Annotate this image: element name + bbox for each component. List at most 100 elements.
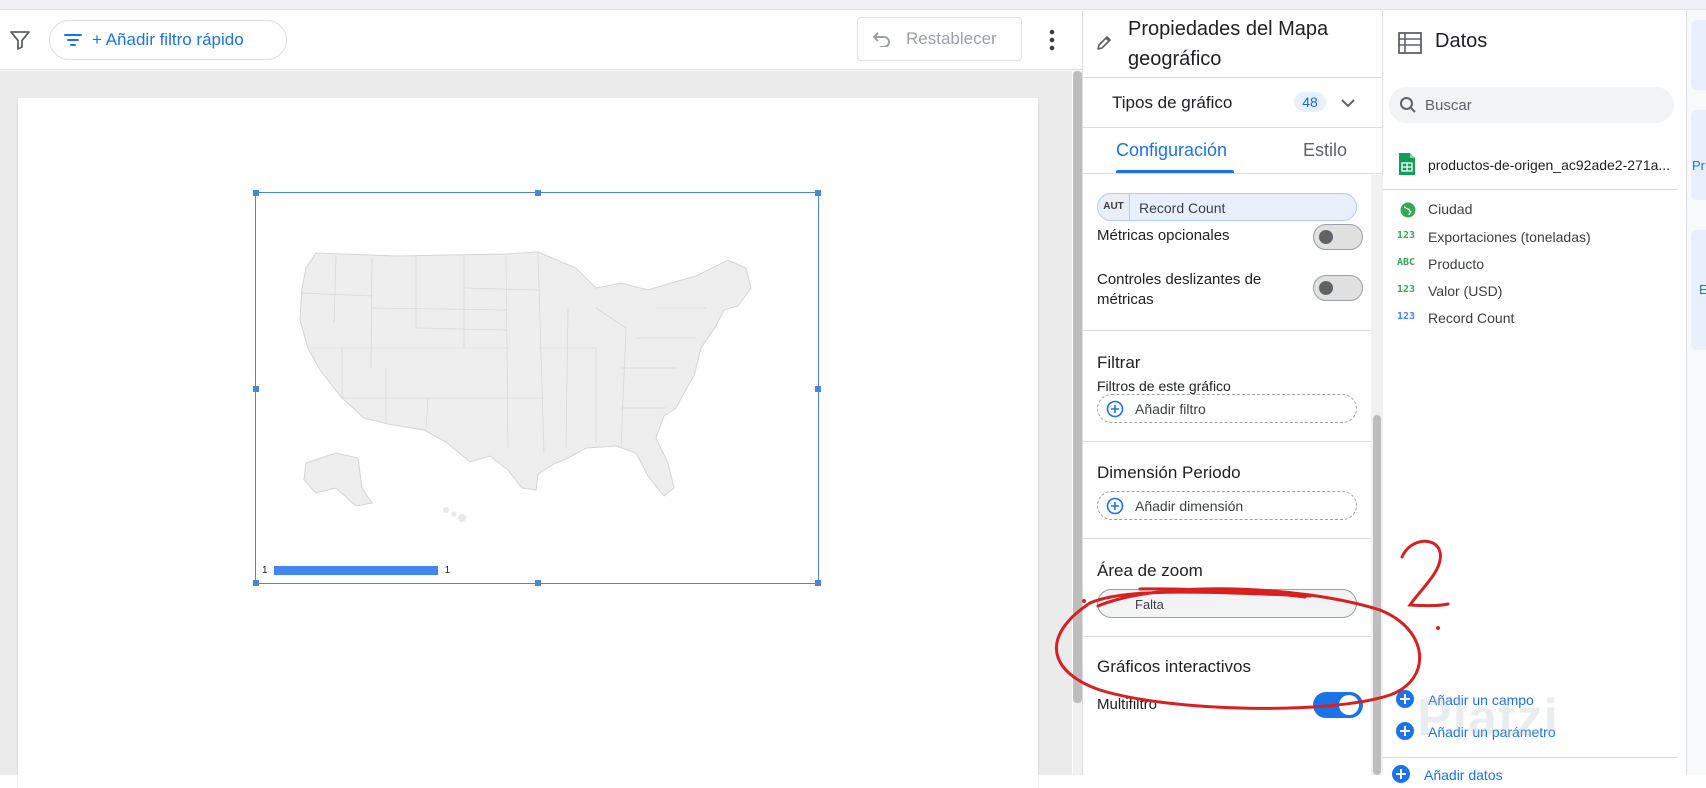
- properties-scrollbar-thumb[interactable]: [1373, 415, 1381, 775]
- field-item[interactable]: 123 Valor (USD): [1383, 278, 1678, 306]
- field-label: Exportaciones (toneladas): [1428, 229, 1591, 245]
- legend-gradient-bar: [273, 566, 438, 575]
- active-tab-indicator: [1116, 170, 1234, 173]
- google-sheets-icon: [1399, 153, 1415, 175]
- field-label: Ciudad: [1428, 201, 1473, 217]
- field-item[interactable]: Ciudad: [1383, 196, 1678, 224]
- data-source-row[interactable]: productos-de-origen_ac92ade2-271a...: [1383, 148, 1678, 190]
- field-label: Producto: [1428, 256, 1485, 272]
- reset-label: Restablecer: [906, 29, 997, 48]
- multifilter-toggle[interactable]: [1313, 692, 1363, 718]
- metric-sliders-toggle[interactable]: [1313, 275, 1363, 301]
- search-icon: [1400, 97, 1416, 113]
- chevron-down-icon[interactable]: [1339, 94, 1357, 112]
- canvas-scrollbar[interactable]: [1073, 71, 1082, 775]
- properties-scrollbar[interactable]: [1371, 175, 1383, 775]
- filter-section-subtitle: Filtros de este gráfico: [1097, 378, 1231, 394]
- resize-handle-ne[interactable]: [815, 190, 821, 196]
- add-quick-filter-button[interactable]: + Añadir filtro rápido: [49, 20, 287, 60]
- section-divider: [1083, 330, 1371, 331]
- add-quick-filter-label: + Añadir filtro rápido: [92, 30, 244, 49]
- resize-handle-sw[interactable]: [253, 580, 259, 586]
- zoom-area-missing-chip[interactable]: Falta: [1097, 589, 1357, 618]
- field-item[interactable]: ABC Producto: [1383, 251, 1678, 279]
- section-divider: [1083, 441, 1371, 442]
- canvas-scrollbar-thumb[interactable]: [1073, 71, 1082, 703]
- number-type-icon: 123: [1397, 311, 1416, 322]
- legend-min-label: 1: [262, 565, 268, 576]
- zoom-area-title: Área de zoom: [1097, 561, 1203, 580]
- metric-name: Record Count: [1139, 200, 1226, 216]
- add-circle-filled-icon: [1392, 765, 1410, 783]
- add-filter-label: Añadir filtro: [1135, 401, 1206, 417]
- alaska-shape: [303, 452, 373, 507]
- pencil-icon: [1097, 36, 1111, 50]
- chart-types-row[interactable]: Tipos de gráfico 48: [1083, 78, 1383, 128]
- filter-funnel-icon[interactable]: [8, 28, 32, 52]
- globe-icon: [1400, 202, 1416, 218]
- reset-button[interactable]: Restablecer: [857, 17, 1022, 61]
- data-source-name: productos-de-origen_ac92ade2-271a...: [1428, 157, 1671, 173]
- side-card-label: Pr: [1692, 158, 1705, 173]
- properties-header: Propiedades del Mapa geográfico: [1083, 10, 1383, 78]
- interactive-charts-title: Gráficos interactivos: [1097, 657, 1251, 676]
- metric-chip-record-count[interactable]: AUT Record Count: [1097, 193, 1357, 221]
- side-card-data[interactable]: E: [1691, 230, 1706, 350]
- add-dimension-button[interactable]: Añadir dimensión: [1097, 491, 1357, 520]
- properties-title: Propiedades del Mapa geográfico: [1128, 18, 1329, 70]
- resize-handle-s[interactable]: [535, 580, 541, 586]
- period-dimension-title: Dimensión Periodo: [1097, 463, 1241, 482]
- filter-section-title: Filtrar: [1097, 353, 1141, 372]
- tab-configuracion[interactable]: Configuración: [1116, 140, 1227, 161]
- right-side-strip: Pr E: [1686, 10, 1706, 775]
- multifilter-label: Multifiltro: [1097, 696, 1158, 713]
- optional-metrics-toggle[interactable]: [1313, 224, 1363, 250]
- data-table-icon: [1398, 32, 1422, 54]
- side-card[interactable]: [1691, 20, 1706, 90]
- resize-handle-w[interactable]: [253, 386, 259, 392]
- data-search-box[interactable]: [1389, 87, 1674, 123]
- field-label: Record Count: [1428, 310, 1515, 326]
- add-circle-icon: [1106, 497, 1124, 515]
- hawaii-shape: [443, 507, 466, 522]
- contiguous-us-shape: [299, 251, 752, 497]
- report-toolbar: + Añadir filtro rápido Restablecer: [0, 10, 1082, 70]
- resize-handle-se[interactable]: [815, 580, 821, 586]
- number-type-icon: 123: [1397, 230, 1416, 241]
- zoom-area-value: Falta: [1135, 597, 1164, 612]
- add-filter-button[interactable]: Añadir filtro: [1097, 394, 1357, 423]
- toggle-knob: [1319, 281, 1333, 295]
- legend-max-label: 1: [444, 565, 451, 576]
- platzi-watermark: Platzi: [1417, 689, 1559, 747]
- side-card-label: E: [1699, 282, 1706, 297]
- aggregation-type-badge[interactable]: AUT: [1098, 194, 1130, 220]
- add-dimension-label: Añadir dimensión: [1135, 498, 1244, 514]
- search-input[interactable]: [1425, 95, 1655, 115]
- data-header: Datos: [1383, 10, 1686, 78]
- color-legend: 1 1: [262, 565, 450, 576]
- more-options-icon[interactable]: [1042, 28, 1062, 52]
- metric-sliders-label: Controles deslizantes de métricas: [1097, 271, 1262, 308]
- properties-panel: Propiedades del Mapa geográfico Tipos de…: [1082, 10, 1383, 775]
- resize-handle-n[interactable]: [535, 190, 541, 196]
- field-item[interactable]: 123 Record Count: [1383, 305, 1678, 333]
- number-type-icon: 123: [1397, 284, 1416, 295]
- toggle-knob: [1319, 230, 1333, 244]
- us-states-map[interactable]: [276, 248, 796, 548]
- section-divider: [1083, 636, 1371, 637]
- field-item[interactable]: 123 Exportaciones (toneladas): [1383, 224, 1678, 252]
- optional-metrics-label: Métricas opcionales: [1097, 227, 1230, 244]
- add-circle-icon: [1106, 400, 1124, 418]
- side-card-properties[interactable]: Pr: [1691, 110, 1706, 200]
- chart-types-label: Tipos de gráfico: [1112, 93, 1233, 112]
- tab-estilo[interactable]: Estilo: [1303, 140, 1347, 161]
- add-circle-filled-icon: [1396, 690, 1414, 708]
- properties-tabs: Configuración Estilo: [1083, 128, 1383, 174]
- geo-map-chart[interactable]: 1 1: [253, 190, 821, 586]
- resize-handle-e[interactable]: [815, 386, 821, 392]
- add-data-label: Añadir datos: [1424, 767, 1503, 783]
- resize-handle-nw[interactable]: [253, 190, 259, 196]
- data-title: Datos: [1435, 30, 1488, 52]
- chart-types-count-badge: 48: [1294, 92, 1326, 112]
- properties-body: AUT Record Count Métricas opcionales Con…: [1083, 175, 1371, 775]
